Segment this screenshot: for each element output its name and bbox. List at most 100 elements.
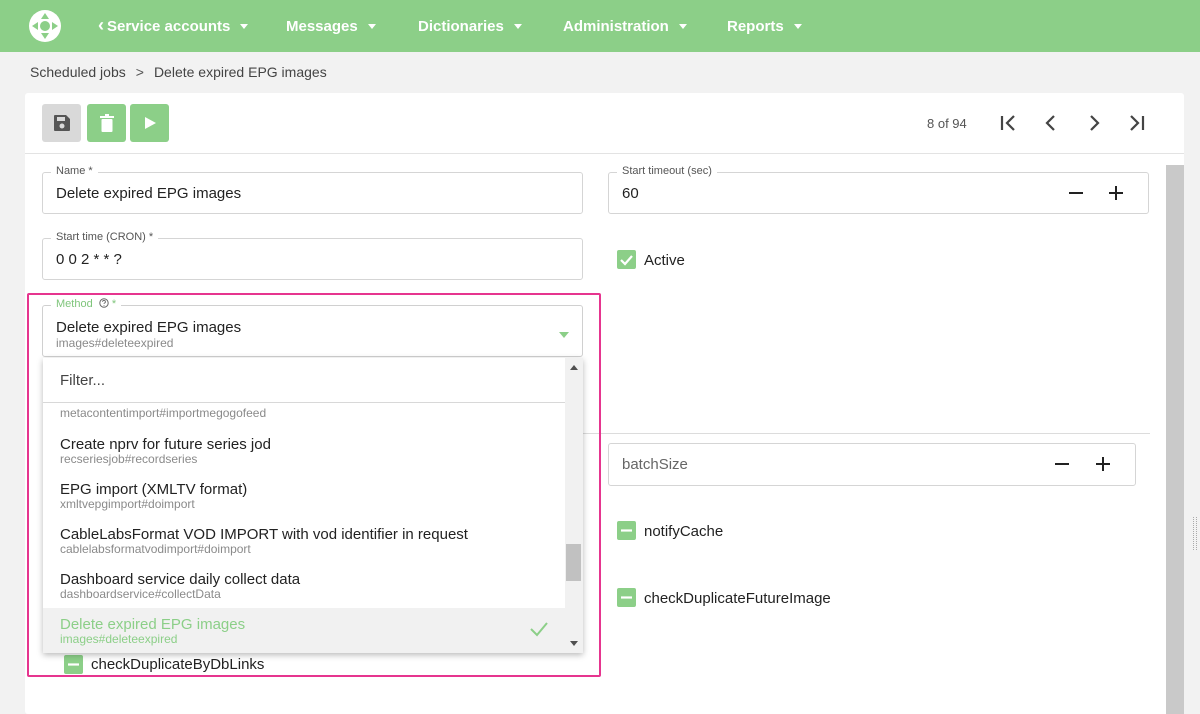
- check-duplicate-by-db-links-checkbox[interactable]: [64, 655, 83, 674]
- method-select[interactable]: Method * Delete expired EPG images image…: [42, 298, 583, 357]
- option-title: Dashboard service daily collect data: [60, 571, 301, 588]
- params-divider: [583, 433, 1150, 434]
- name-value: Delete expired EPG images: [56, 185, 242, 202]
- trash-icon: [99, 114, 114, 132]
- nav-messages[interactable]: Messages: [286, 0, 376, 52]
- scroll-down-arrow-icon[interactable]: [570, 641, 578, 646]
- start-timeout-label: Start timeout (sec): [617, 165, 717, 177]
- method-selected-subtitle: images#deleteexpired: [56, 336, 174, 350]
- option-title: EPG import (XMLTV format): [60, 481, 248, 498]
- option-title: Delete expired EPG images: [60, 616, 246, 633]
- caret-down-icon: [559, 332, 569, 338]
- active-checkbox[interactable]: [617, 250, 636, 269]
- check-duplicate-future-image-checkbox[interactable]: [617, 588, 636, 607]
- plus-icon: [1096, 457, 1110, 471]
- option-title: CableLabsFormat VOD IMPORT with vod iden…: [60, 526, 468, 543]
- method-required-mark: *: [111, 298, 117, 310]
- breadcrumb: Scheduled jobs > Delete expired EPG images: [30, 64, 327, 80]
- notify-cache-label: notifyCache: [644, 523, 724, 540]
- dropdown-filter-overlay: [43, 358, 565, 403]
- decrement-button[interactable]: [1050, 452, 1074, 476]
- dropdown-option[interactable]: Create nprv for future series jod recser…: [43, 428, 565, 473]
- indeterminate-icon: [68, 663, 79, 666]
- nav-service-accounts[interactable]: Service accounts: [107, 0, 249, 52]
- option-title: Create nprv for future series jod: [60, 436, 271, 453]
- next-page-button[interactable]: [1081, 110, 1107, 136]
- pager-status: 8 of 94: [927, 116, 967, 131]
- page-scrollbar[interactable]: [1166, 165, 1184, 714]
- dropdown-option-selected[interactable]: Delete expired EPG images images#deletee…: [43, 608, 565, 653]
- start-time-label: Start time (CRON) *: [51, 231, 159, 243]
- nav-label: Dictionaries: [418, 17, 504, 35]
- decrement-button[interactable]: [1064, 181, 1088, 205]
- checkmark-icon: [620, 255, 633, 266]
- nav-reports[interactable]: Reports: [727, 0, 802, 52]
- delete-button[interactable]: [87, 104, 126, 142]
- increment-button[interactable]: [1091, 452, 1115, 476]
- dropdown-option[interactable]: EPG import (XMLTV format) xmltvepgimport…: [43, 473, 565, 518]
- option-subtitle: recseriesjob#recordseries: [60, 452, 198, 466]
- method-label-text: Method: [56, 298, 93, 310]
- start-time-cron-field[interactable]: Start time (CRON) * 0 0 2 * * ?: [42, 231, 583, 280]
- chevron-left-icon: [1045, 115, 1055, 131]
- caret-down-icon: [513, 23, 522, 29]
- name-label: Name *: [51, 165, 98, 177]
- nav-label: Messages: [286, 17, 358, 35]
- dropdown-option[interactable]: CableLabsFormat VOD IMPORT with vod iden…: [43, 518, 565, 563]
- plus-icon: [1109, 186, 1123, 200]
- scroll-up-arrow-icon[interactable]: [570, 365, 578, 370]
- increment-button[interactable]: [1104, 181, 1128, 205]
- nav-label: Reports: [727, 17, 784, 35]
- minus-icon: [1069, 192, 1083, 194]
- nav-dictionaries[interactable]: Dictionaries: [418, 0, 522, 52]
- nav-back-chevron-icon[interactable]: ‹: [98, 15, 104, 36]
- app-logo-icon[interactable]: [29, 10, 61, 42]
- check-duplicate-future-image-label: checkDuplicateFutureImage: [644, 590, 831, 607]
- method-label: Method *: [51, 298, 122, 310]
- resize-grip-icon[interactable]: [1193, 517, 1197, 550]
- option-subtitle: xmltvepgimport#doimport: [60, 497, 195, 511]
- breadcrumb-parent[interactable]: Scheduled jobs: [30, 64, 126, 80]
- start-time-value: 0 0 2 * * ?: [56, 251, 122, 268]
- method-selected-title: Delete expired EPG images: [56, 319, 242, 336]
- top-nav-bar: ‹ Service accounts Messages Dictionaries…: [0, 0, 1200, 52]
- first-page-button[interactable]: [995, 110, 1021, 136]
- last-page-icon: [1130, 115, 1145, 131]
- indeterminate-icon: [621, 596, 632, 599]
- nav-label: Service accounts: [107, 17, 231, 35]
- filter-input[interactable]: [60, 370, 540, 390]
- notify-cache-checkbox[interactable]: [617, 521, 636, 540]
- caret-down-icon: [367, 23, 376, 29]
- previous-page-button[interactable]: [1038, 110, 1064, 136]
- start-timeout-value: 60: [622, 185, 639, 202]
- option-subtitle: dashboardservice#collectData: [60, 587, 221, 601]
- method-dropdown: metacontentimport#importmegogofeed Creat…: [43, 358, 583, 653]
- breadcrumb-separator: >: [135, 64, 144, 80]
- question-circle-icon[interactable]: [99, 298, 109, 308]
- check-duplicate-by-db-links-label: checkDuplicateByDbLinks: [91, 656, 265, 673]
- option-subtitle: cablelabsformatvodimport#doimport: [60, 542, 251, 556]
- checkmark-icon: [530, 622, 548, 637]
- nav-administration[interactable]: Administration: [563, 0, 687, 52]
- play-icon: [144, 117, 156, 129]
- batch-size-field[interactable]: batchSize: [608, 443, 1136, 486]
- option-subtitle: metacontentimport#importmegogofeed: [60, 406, 267, 420]
- floppy-disk-icon: [53, 115, 70, 131]
- dropdown-option[interactable]: Dashboard service daily collect data das…: [43, 563, 565, 608]
- nav-label: Administration: [563, 17, 669, 35]
- caret-down-icon: [240, 23, 249, 29]
- dropdown-scrollbar-thumb[interactable]: [566, 544, 581, 581]
- first-page-icon: [1000, 115, 1015, 131]
- breadcrumb-current: Delete expired EPG images: [153, 64, 327, 80]
- name-field[interactable]: Name * Delete expired EPG images: [42, 165, 583, 214]
- option-subtitle: images#deleteexpired: [60, 632, 178, 646]
- caret-down-icon: [793, 23, 802, 29]
- last-page-button[interactable]: [1124, 110, 1150, 136]
- caret-down-icon: [678, 23, 687, 29]
- start-timeout-field[interactable]: Start timeout (sec) 60: [608, 165, 1149, 214]
- dropdown-scrollbar[interactable]: [565, 358, 583, 653]
- batch-size-placeholder: batchSize: [622, 456, 688, 473]
- save-button[interactable]: [42, 104, 81, 142]
- minus-icon: [1055, 463, 1069, 465]
- run-button[interactable]: [130, 104, 169, 142]
